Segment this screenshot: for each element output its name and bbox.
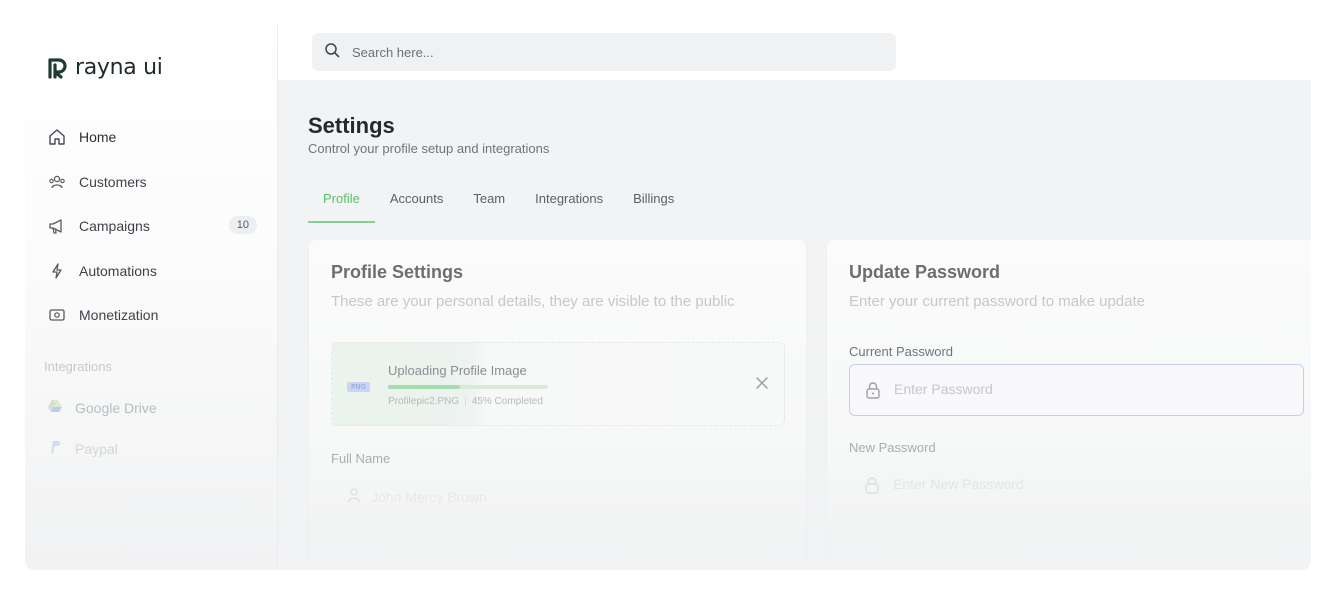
upload-progress-fill: [388, 385, 460, 389]
top-bar: [278, 25, 1311, 80]
profile-settings-card: Profile Settings These are your personal…: [309, 240, 806, 570]
new-password-label: New Password: [849, 440, 936, 455]
sidebar-item-automations[interactable]: Automations: [47, 249, 257, 294]
update-password-title: Update Password: [849, 262, 1001, 282]
sidebar-item-label: Home: [79, 129, 117, 146]
sidebar: rayna ui Home Customers Campaigns 10 Aut…: [25, 25, 278, 570]
sidebar-item-customers[interactable]: Customers: [47, 160, 257, 205]
sidebar-item-label: Paypal: [75, 440, 118, 457]
new-password-field[interactable]: [849, 460, 1304, 512]
upload-status: 45% Completed: [471, 396, 543, 407]
sidebar-item-label: Campaigns: [79, 218, 150, 235]
sidebar-item-label: Monetization: [79, 307, 159, 324]
money-icon: [47, 305, 67, 325]
search-bar[interactable]: [312, 33, 896, 71]
tab-integrations[interactable]: Integrations: [520, 183, 618, 223]
update-password-card: Update Password Enter your current passw…: [827, 240, 1311, 570]
sidebar-item-campaigns[interactable]: Campaigns 10: [47, 204, 257, 249]
settings-tabs: Profile Accounts Team Integrations Billi…: [308, 183, 689, 223]
sidebar-item-label: Customers: [79, 173, 147, 190]
lightning-icon: [47, 261, 67, 281]
upload-progress-panel: PNG Uploading Profile Image Profilepic2.…: [331, 342, 785, 426]
logo[interactable]: rayna ui: [47, 55, 163, 80]
png-file-icon: PNG: [347, 382, 370, 392]
campaigns-count-badge: 10: [228, 216, 257, 234]
sidebar-item-google-drive[interactable]: Google Drive: [47, 387, 257, 428]
sidebar-item-label: Automations: [79, 262, 157, 279]
update-password-subtitle: Enter your current password to make upda…: [849, 293, 1145, 310]
new-password-input[interactable]: [891, 475, 1275, 493]
close-icon[interactable]: [756, 376, 768, 394]
current-password-label: Current Password: [849, 344, 954, 359]
profile-settings-title: Profile Settings: [331, 262, 464, 282]
sidebar-item-home[interactable]: Home: [47, 115, 257, 160]
integrations-section-label: Integrations: [44, 359, 112, 374]
search-input[interactable]: [350, 43, 854, 61]
current-password-input[interactable]: [892, 380, 1276, 398]
home-icon: [47, 127, 67, 147]
tab-billings[interactable]: Billings: [618, 183, 689, 223]
megaphone-icon: [47, 216, 67, 236]
sidebar-item-label: Google Drive: [75, 399, 157, 416]
upload-progress-bar: [388, 385, 548, 389]
card-fade-overlay: [309, 460, 806, 570]
lock-icon: [864, 476, 880, 499]
user-icon: [347, 487, 361, 508]
integrations-list: Google Drive Paypal: [47, 387, 257, 469]
tab-accounts[interactable]: Accounts: [375, 183, 458, 223]
logo-mark-icon: [47, 57, 69, 79]
upload-file-name: Profilepic2.PNG: [388, 396, 460, 407]
full-name-field[interactable]: John Mercy Brown: [371, 489, 487, 505]
paypal-icon: [47, 439, 63, 458]
sidebar-item-paypal[interactable]: Paypal: [47, 428, 257, 469]
sidebar-item-monetization[interactable]: Monetization: [47, 293, 257, 338]
tab-team[interactable]: Team: [458, 183, 520, 223]
main-content: Settings Control your profile setup and …: [278, 80, 1311, 570]
current-password-field[interactable]: [849, 364, 1304, 416]
users-icon: [47, 172, 67, 192]
full-name-label: Full Name: [331, 451, 391, 466]
app-window: rayna ui Home Customers Campaigns 10 Aut…: [25, 25, 1311, 570]
google-drive-icon: [47, 398, 63, 417]
meta-divider: |: [464, 396, 467, 407]
upload-meta: Profilepic2.PNG | 45% Completed: [388, 396, 543, 407]
logo-text: rayna ui: [75, 55, 163, 80]
sidebar-nav: Home Customers Campaigns 10 Automations: [47, 115, 257, 338]
profile-settings-subtitle: These are your personal details, they ar…: [331, 293, 735, 310]
page-title: Settings: [308, 113, 395, 138]
search-icon: [324, 42, 340, 63]
tab-profile[interactable]: Profile: [308, 183, 375, 223]
lock-icon: [865, 381, 881, 404]
upload-title: Uploading Profile Image: [388, 363, 527, 378]
page-subtitle: Control your profile setup and integrati…: [308, 141, 550, 156]
